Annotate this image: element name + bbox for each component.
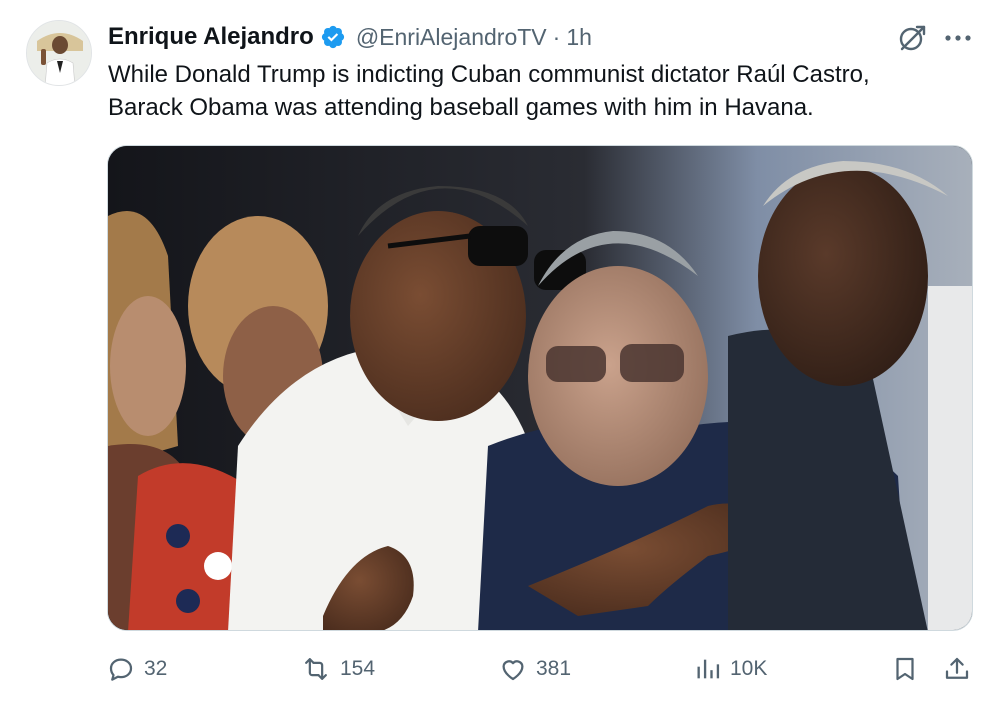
tweet-text: While Donald Trump is indicting Cuban co… bbox=[108, 58, 968, 124]
share-button[interactable] bbox=[942, 648, 972, 690]
views-button[interactable]: 10K bbox=[694, 648, 767, 690]
tweet-photo[interactable] bbox=[107, 145, 973, 631]
timestamp[interactable]: 1h bbox=[566, 24, 592, 51]
tweet-actions: 32 154 381 10K bbox=[0, 648, 1000, 690]
views-icon bbox=[697, 659, 720, 679]
tweet: Enrique Alejandro @EnriAlejandroTV · 1h … bbox=[0, 0, 1000, 705]
verified-badge-icon bbox=[320, 24, 346, 50]
author-name[interactable]: Enrique Alejandro bbox=[108, 23, 314, 51]
grok-icon bbox=[899, 25, 926, 51]
more-options-button[interactable] bbox=[942, 22, 974, 54]
repost-icon bbox=[305, 658, 327, 680]
separator-dot: · bbox=[552, 23, 561, 50]
avatar-image bbox=[27, 21, 91, 85]
bookmark-button[interactable] bbox=[890, 648, 920, 690]
like-button[interactable]: 381 bbox=[498, 648, 571, 690]
author-handle[interactable]: @EnriAlejandroTV bbox=[356, 24, 547, 51]
bookmark-icon bbox=[896, 657, 914, 681]
like-count: 381 bbox=[536, 657, 572, 680]
tweet-header: Enrique Alejandro @EnriAlejandroTV · 1h bbox=[108, 22, 592, 52]
tweet-text-line-2: Barack Obama was attending baseball game… bbox=[108, 94, 814, 121]
more-icon bbox=[945, 35, 971, 41]
tweet-text-line-1: While Donald Trump is indicting Cuban co… bbox=[108, 61, 870, 88]
reply-count: 32 bbox=[144, 657, 168, 680]
share-icon bbox=[945, 657, 969, 679]
views-count: 10K bbox=[730, 657, 768, 680]
repost-button[interactable]: 154 bbox=[300, 648, 375, 690]
repost-count: 154 bbox=[340, 657, 376, 680]
like-icon bbox=[502, 660, 524, 681]
avatar[interactable] bbox=[26, 20, 92, 86]
reply-button[interactable]: 32 bbox=[106, 648, 167, 690]
photo-image bbox=[108, 146, 972, 630]
reply-icon bbox=[109, 658, 133, 681]
grok-button[interactable] bbox=[896, 22, 928, 54]
